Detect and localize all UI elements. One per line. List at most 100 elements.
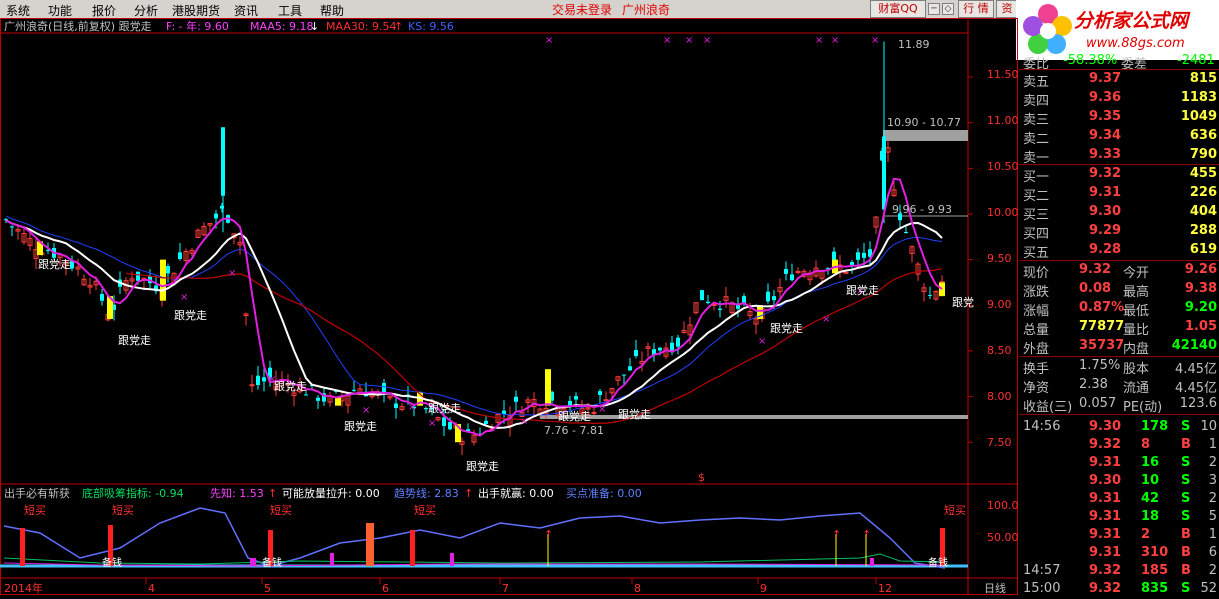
- candle-down: [502, 410, 506, 415]
- stat-row: 涨跌 0.08 最高 9.38: [1023, 281, 1217, 300]
- tick-row: 9.31 16 S 2: [1089, 455, 1217, 470]
- candle-down: [676, 337, 680, 347]
- green-line: [3, 553, 946, 565]
- bid-row: 买一 9.32 455: [1023, 166, 1217, 185]
- x-marker: ×: [758, 336, 766, 347]
- top-x-marker: ×: [815, 35, 823, 46]
- resistance-band: [883, 130, 968, 141]
- ziliao-button[interactable]: 资: [996, 0, 1018, 18]
- tick-row: 9.32 8 B 1: [1089, 437, 1217, 452]
- candle-down: [772, 296, 776, 301]
- tick-row: 9.30 10 S 3: [1089, 473, 1217, 488]
- candle-down: [166, 266, 170, 274]
- caifu-qq-button[interactable]: 财富QQ: [870, 0, 926, 18]
- menu-help[interactable]: 帮助: [320, 2, 344, 19]
- menu-news[interactable]: 资讯: [234, 2, 258, 19]
- candle-down: [394, 403, 398, 409]
- candle-down: [706, 301, 710, 304]
- main-title: 广州浪奇(日线,前复权) 跟党走: [4, 19, 152, 33]
- volume-bar: [330, 553, 334, 566]
- candle-down: [442, 417, 446, 426]
- maidian-indicator: 买点准备: 0.00: [566, 486, 642, 500]
- candle-down: [658, 347, 662, 351]
- stat-row: 收益(三) 0.057 PE(动) 123.6: [1023, 396, 1217, 415]
- price-tick: 9.50: [987, 252, 1012, 265]
- x-marker: ×: [408, 402, 416, 413]
- follow-label: 跟党走: [274, 380, 307, 393]
- stat-row: 总量 77877 量比 1.05: [1023, 319, 1217, 338]
- menu-tools[interactable]: 工具: [278, 2, 302, 19]
- follow-label: 跟党走: [466, 460, 499, 473]
- tick-row: 14:56 9.30 178 S 10: [1023, 419, 1217, 434]
- follow-label: 跟党走: [38, 258, 71, 271]
- bid-row: 买二 9.31 226: [1023, 185, 1217, 204]
- tick-row: 14:57 9.32 185 B 2: [1023, 563, 1217, 578]
- band-label: 10.90 - 10.77: [887, 116, 961, 129]
- band-label: 7.76 - 7.81: [544, 424, 604, 437]
- top-x-marker: ×: [685, 35, 693, 46]
- kline-chart[interactable]: × × × × × × ×××××××××××× ↑ ↑ ↑ 广州浪奇(日线,前复权) 跟党走 …: [0, 18, 1019, 595]
- logo-title: 分析家公式网: [1074, 10, 1189, 32]
- xianzhi-indicator: 先知: 1.53: [210, 486, 264, 500]
- hangqing-button[interactable]: 行 情: [958, 0, 994, 18]
- candle-down: [634, 350, 638, 357]
- ready-label: 备钱: [102, 556, 122, 569]
- quote-panel: 委比 -58.38% 委差 -2481 卖五 9.37 815 卖四 9.36 1183 卖…: [1019, 53, 1219, 596]
- x-marker: ×: [520, 416, 528, 427]
- buy-label: 短买: [414, 503, 436, 517]
- menu-quote[interactable]: 报价: [92, 2, 116, 19]
- price-tick: 8.00: [987, 390, 1012, 403]
- spike-candle: [882, 136, 886, 210]
- maa5-arrow-icon: ↓: [310, 20, 319, 33]
- bid-row: 买三 9.30 404: [1023, 204, 1217, 223]
- buy-label: 短买: [24, 503, 46, 517]
- candle-down: [856, 252, 860, 260]
- candles: [4, 41, 945, 456]
- top-x-marker: ×: [871, 35, 879, 46]
- restore-icon[interactable]: ◇: [942, 3, 954, 15]
- tick-row: 9.31 42 S 2: [1089, 491, 1217, 506]
- candle-down: [10, 226, 14, 228]
- candle-down: [214, 213, 218, 219]
- candle-down: [832, 251, 836, 261]
- menu-hk-futures[interactable]: 港股期货: [172, 2, 220, 19]
- high-label: 11.89: [898, 38, 930, 51]
- site-logo: 分析家公式网 www.88gs.com: [1016, 0, 1219, 60]
- stat-row: 换手 1.75% 股本 4.45亿: [1023, 358, 1217, 377]
- menu-system[interactable]: 系统: [6, 2, 30, 19]
- spike-candle: [221, 127, 225, 196]
- menu-function[interactable]: 功能: [48, 2, 72, 19]
- indicator-panel: ↑ ↑ ↑: [0, 507, 968, 569]
- candle-down: [574, 396, 578, 400]
- candle-down: [790, 274, 794, 281]
- ks-line: [5, 215, 943, 416]
- logo-url: www.88gs.com: [1086, 36, 1185, 51]
- login-status[interactable]: 交易未登录: [552, 1, 612, 18]
- chart-markers: × × × × × × ××××××××××××: [180, 35, 879, 429]
- ready-label: 备钱: [928, 556, 948, 569]
- follow-label: 跟党走: [618, 408, 651, 421]
- buy-bar: [410, 530, 415, 566]
- x-marker: ×: [598, 404, 606, 415]
- candle-up: [603, 399, 609, 402]
- volume-bar: [870, 558, 874, 566]
- sub-title: 出手必有斩获: [4, 486, 70, 500]
- stat-row: 净资 2.38 流通 4.45亿: [1023, 377, 1217, 396]
- price-tick: 8.50: [987, 344, 1012, 357]
- ask-row: 卖一 9.33 790: [1023, 147, 1217, 166]
- xianzhi-arrow-icon: ↑: [268, 487, 277, 500]
- buy-label: 短买: [944, 503, 966, 517]
- qushi-arrow-icon: ↑: [464, 487, 473, 500]
- signal-candle: [160, 259, 166, 301]
- menu-analysis[interactable]: 分析: [134, 2, 158, 19]
- broker-name: 广州浪奇: [622, 3, 671, 17]
- jiuying-indicator: 出手就赢: 0.00: [478, 486, 554, 500]
- chart-labels: 广州浪奇(日线,前复权) 跟党走 F: - 年: 9.60 MAA5: 9.18…: [4, 19, 1019, 595]
- band-label: 9.96 - 9.93: [892, 203, 952, 216]
- signal-candle: [939, 282, 945, 297]
- x-marker: ×: [362, 405, 370, 416]
- minimize-icon[interactable]: ─: [928, 3, 940, 15]
- price-tick: 10.00: [987, 206, 1019, 219]
- support-band: [540, 415, 968, 419]
- candle-down: [850, 262, 854, 266]
